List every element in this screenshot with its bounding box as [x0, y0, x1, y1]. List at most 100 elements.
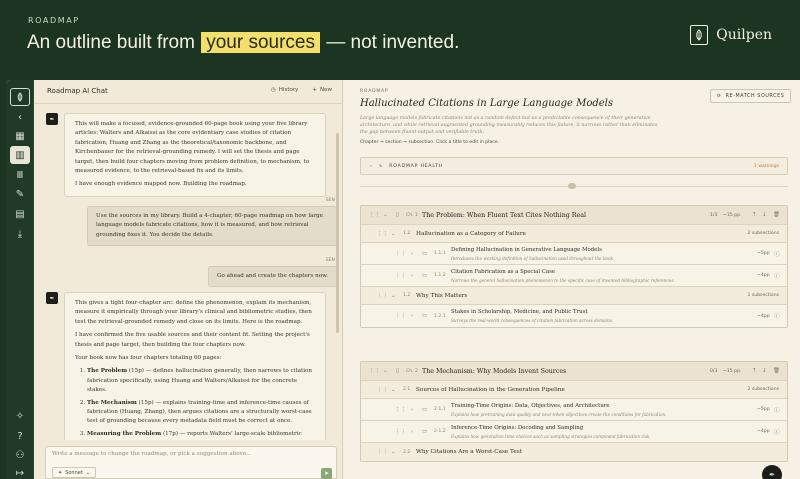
subchapter-title[interactable]: Why Citations Are a Worst-Case Test — [416, 443, 522, 461]
drag-handle-icon[interactable]: ⋮⋮ — [395, 265, 406, 286]
library-icon[interactable]: Ⅲ — [10, 166, 30, 184]
chevron-right-icon[interactable]: › — [411, 421, 413, 442]
chevron-left-icon[interactable]: ‹ — [10, 108, 30, 126]
subchapter-title[interactable]: Sources of Hallucination in the Generati… — [416, 381, 565, 398]
drag-handle-icon[interactable]: ⋮⋮ — [369, 206, 380, 224]
send-button[interactable]: ➤ — [321, 468, 332, 479]
section-description: Surveys the real-world consequences of c… — [451, 318, 614, 323]
chevron-right-icon[interactable]: › — [411, 399, 413, 420]
info-icon[interactable]: ⓘ — [774, 265, 780, 286]
map-icon[interactable]: ▥ — [10, 146, 30, 164]
pen-icon[interactable]: ✎ — [10, 185, 30, 203]
health-warnings: 1 warnings — [753, 164, 779, 169]
trash-icon[interactable]: 🗑 — [773, 206, 780, 224]
drag-handle-icon[interactable]: ⋮⋮ — [377, 225, 388, 242]
chat-messages[interactable]: ✒ This will make a focused, evidence-gro… — [34, 105, 343, 440]
rematch-sources-button[interactable]: ⟳ RE-MATCH SOURCES — [710, 89, 792, 103]
book-icon: ▯ — [396, 212, 400, 218]
logout-icon[interactable]: ↦ — [10, 464, 30, 479]
assistant-avatar-icon: ✒ — [46, 292, 58, 304]
roadmap-thesis[interactable]: Large language models fabricate citation… — [360, 115, 660, 136]
quill-assist-button[interactable]: ✒ — [762, 465, 782, 479]
arrow-up-icon[interactable]: ↑ — [752, 362, 757, 380]
chapter-row[interactable]: ⋮⋮ ⌄ ▯ Ch. 1 The Problem: When Fluent Te… — [361, 206, 787, 225]
chevron-down-icon[interactable]: ⌄ — [391, 225, 396, 242]
user-icon[interactable]: ⚇ — [10, 446, 30, 464]
help-icon[interactable]: ? — [10, 427, 30, 445]
chevron-right-icon[interactable]: › — [411, 305, 413, 327]
chevron-right-icon[interactable]: › — [411, 265, 413, 286]
info-icon[interactable]: ⓘ — [774, 399, 780, 420]
section-title[interactable]: Citation Fabrication as a Special Case — [451, 269, 555, 275]
brand-name: Quilpen — [716, 27, 772, 43]
arrow-down-icon[interactable]: ↓ — [762, 206, 767, 224]
roadmap-health-toggle[interactable]: › ∿ ROADMAP HEALTH 1 warnings — [360, 157, 788, 175]
message-input[interactable] — [52, 451, 322, 457]
history-button[interactable]: ◷ History — [271, 87, 298, 93]
chevron-down-icon[interactable]: ⌄ — [383, 362, 388, 380]
section-title[interactable]: Defining Hallucination in Generative Lan… — [451, 247, 602, 253]
chapter-title[interactable]: The Problem: When Fluent Text Cites Noth… — [422, 206, 586, 224]
subchapter-title[interactable]: Why This Matters — [416, 287, 467, 304]
drag-handle-icon[interactable]: ⋮⋮ — [377, 443, 388, 461]
roadmap-title[interactable]: Hallucinated Citations in Large Language… — [360, 98, 613, 109]
new-chat-button[interactable]: + New — [312, 87, 332, 93]
chevron-down-icon[interactable]: ⌄ — [391, 381, 396, 398]
drag-handle-icon[interactable]: ⋮⋮ — [395, 305, 406, 327]
section-title[interactable]: Training-Time Origins: Data, Objectives,… — [451, 403, 610, 409]
drag-handle-icon[interactable]: ⋮⋮ — [395, 243, 406, 264]
chevron-down-icon[interactable]: ⌄ — [391, 443, 396, 461]
roadmap-hint: Chapter → section → subsection. Click a … — [360, 140, 500, 145]
section-description: Narrows the general hallucination phenom… — [451, 278, 675, 283]
trash-icon[interactable]: 🗑 — [773, 362, 780, 380]
chevron-down-icon[interactable]: ⌄ — [383, 206, 388, 224]
assistant-bubble: This gives a tight four-chapter arc: def… — [64, 292, 326, 440]
resize-handle[interactable] — [568, 183, 576, 189]
info-icon[interactable]: ⓘ — [774, 421, 780, 442]
subchapter-title[interactable]: Hallucination as a Category of Failure — [416, 225, 526, 242]
section-title[interactable]: Stakes in Scholarship, Medicine, and Pub… — [451, 309, 588, 315]
arrow-up-icon[interactable]: ↑ — [752, 206, 757, 224]
chat-panel: Roadmap AI Chat ◷ History + New ✒ This wil… — [34, 80, 343, 479]
bookmark-icon[interactable]: ▤ — [10, 205, 30, 223]
model-selector[interactable]: ✦ Sonnet ⌄ — [52, 467, 97, 478]
assistant-message: ✒ This gives a tight four-chapter arc: d… — [46, 292, 326, 440]
subchapter-row[interactable]: ⋮⋮ ⌄ 1.2 Why This Matters 1 subsections — [361, 287, 787, 305]
drag-handle-icon[interactable]: ⋮⋮ — [395, 421, 406, 442]
user-bubble: Go ahead and create the chapters now. — [208, 266, 337, 288]
section-row[interactable]: ⋮⋮ › ▭ 1.1.1 Defining Hallucination in G… — [361, 243, 787, 265]
chevron-down-icon[interactable]: ⌄ — [391, 287, 396, 304]
icon-rail: ‹ ▦ ▥ Ⅲ ✎ ▤ ⤓ ✧ ? ⚇ ↦ — [6, 80, 34, 479]
brand: Quilpen — [690, 25, 772, 45]
subchapter-row[interactable]: ⋮⋮ ⌄ 2.2 Why Citations Are a Worst-Case … — [361, 443, 787, 461]
user-label: SEN — [325, 258, 335, 263]
drag-handle-icon[interactable]: ⋮⋮ — [369, 362, 380, 380]
section-row[interactable]: ⋮⋮ › ▭ 1.1.2 Citation Fabrication as a S… — [361, 265, 787, 287]
grid-icon[interactable]: ▦ — [10, 127, 30, 145]
arrow-down-icon[interactable]: ↓ — [762, 362, 767, 380]
download-icon[interactable]: ⤓ — [10, 225, 30, 243]
section-title[interactable]: Inference-Time Origins: Decoding and Sam… — [451, 425, 583, 431]
subchapter-row[interactable]: ⋮⋮ ⌄ 2.1 Sources of Hallucination in the… — [361, 381, 787, 399]
subchapter-row[interactable]: ⋮⋮ ⌄ 1.2 Hallucination as a Category of … — [361, 225, 787, 243]
section-row[interactable]: ⋮⋮ › ▭ 2.1.2 Inference-Time Origins: Dec… — [361, 421, 787, 443]
drag-handle-icon[interactable]: ⋮⋮ — [377, 287, 388, 304]
chat-scrollbar[interactable] — [336, 133, 339, 333]
headline-after: — not invented. — [326, 32, 460, 53]
info-icon[interactable]: ⓘ — [774, 243, 780, 264]
chapter-row[interactable]: ⋮⋮ ⌄ ▯ Ch. 2 The Mechanism: Why Models I… — [361, 362, 787, 381]
quilpen-logo-icon[interactable] — [10, 88, 30, 106]
drag-handle-icon[interactable]: ⋮⋮ — [395, 399, 406, 420]
book-icon: ▯ — [396, 368, 400, 374]
section-row[interactable]: ⋮⋮ › ▭ 2.1.1 Training-Time Origins: Data… — [361, 399, 787, 421]
section-description: Explains how pretraining data quality an… — [451, 412, 667, 417]
chapter-progress: 0/3 — [710, 368, 718, 374]
chevron-right-icon[interactable]: › — [411, 243, 413, 264]
app-window: ‹ ▦ ▥ Ⅲ ✎ ▤ ⤓ ✧ ? ⚇ ↦ Roadmap AI Chat ◷ H… — [6, 80, 800, 479]
chapter-title[interactable]: The Mechanism: Why Models Invent Sources — [422, 362, 566, 380]
sparkle-icon[interactable]: ✧ — [10, 407, 30, 425]
pulse-icon: ∿ — [378, 164, 384, 169]
drag-handle-icon[interactable]: ⋮⋮ — [377, 381, 388, 398]
info-icon[interactable]: ⓘ — [774, 305, 780, 327]
section-row[interactable]: ⋮⋮ › ▭ 1.2.1 Stakes in Scholarship, Medi… — [361, 305, 787, 327]
